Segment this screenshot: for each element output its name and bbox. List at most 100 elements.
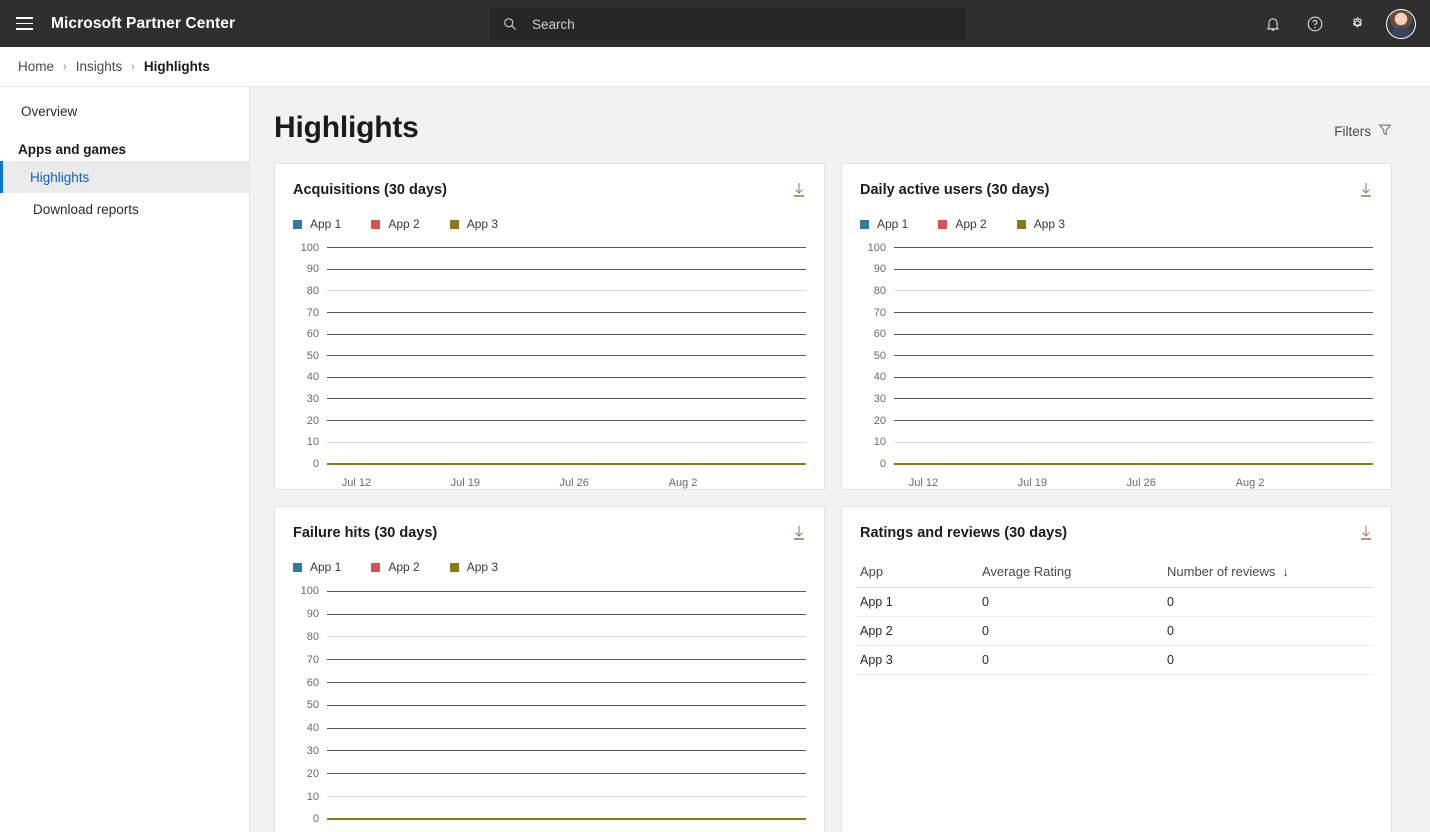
card-header: Ratings and reviews (30 days) (856, 525, 1373, 546)
user-avatar[interactable] (1386, 8, 1416, 39)
notifications-icon[interactable] (1252, 0, 1294, 47)
legend-swatch-icon (938, 219, 948, 229)
y-axis-tick-label: 30 (306, 744, 319, 757)
help-icon[interactable] (1294, 0, 1336, 47)
breadcrumb-separator: › (131, 60, 135, 73)
gridline (327, 333, 806, 335)
download-icon[interactable] (1359, 182, 1373, 203)
table-row[interactable]: App 1 0 0 (856, 587, 1373, 617)
breadcrumb-item-insights[interactable]: Insights (76, 59, 123, 74)
gridline-row: 80 (856, 280, 1373, 302)
gridline (327, 355, 806, 357)
gridline-row: 0 (856, 453, 1373, 475)
legend-item-app2[interactable]: App 2 (938, 217, 987, 231)
y-axis-tick-label: 0 (312, 813, 319, 826)
settings-icon[interactable] (1336, 0, 1378, 47)
gridline-row: 50 (856, 345, 1373, 367)
table-row[interactable]: App 2 0 0 (856, 616, 1373, 646)
card-failure-hits: Failure hits (30 days) App 1 App 2 App 3… (274, 506, 825, 832)
line-chart-failure-hits: 1009080706050403020100Jul 12Jul 19Jul 26… (289, 580, 806, 832)
y-axis-tick-label: 80 (306, 630, 319, 643)
cell-number-of-reviews: 0 (1163, 616, 1373, 646)
y-axis-tick-label: 100 (300, 241, 319, 254)
gridline-row: 10 (289, 431, 806, 453)
gridline (894, 268, 1373, 270)
legend-item-app3[interactable]: App 3 (449, 560, 499, 574)
gridline-row: 100 (856, 237, 1373, 259)
search-input[interactable] (520, 16, 955, 32)
legend-item-app1[interactable]: App 1 (293, 217, 341, 231)
gridline (327, 290, 806, 292)
gridline-row: 0 (289, 808, 806, 831)
gridline (327, 773, 806, 775)
y-axis-tick-label: 30 (873, 392, 886, 405)
legend-label: App 3 (466, 560, 499, 574)
column-header-app[interactable]: App (856, 558, 978, 588)
legend-label: App 2 (388, 560, 420, 574)
column-header-average-rating[interactable]: Average Rating (978, 558, 1163, 588)
y-axis-tick-label: 70 (306, 653, 319, 666)
download-icon[interactable] (792, 182, 806, 203)
table-row[interactable]: App 3 0 0 (856, 645, 1373, 675)
cell-number-of-reviews: 0 (1163, 645, 1373, 675)
legend-label: App 2 (388, 217, 420, 231)
card-acquisitions: Acquisitions (30 days) App 1 App 2 App 3… (274, 163, 825, 490)
x-axis-tick-label: Jul 26 (559, 476, 589, 489)
cell-app: App 2 (856, 616, 978, 646)
gridline (894, 420, 1373, 422)
breadcrumb-item-home[interactable]: Home (18, 59, 54, 74)
x-axis: Jul 12 Jul 19 Jul 26 Aug 2 (289, 477, 806, 493)
chart-baseline-series-line (327, 818, 806, 821)
line-chart-daily-active-users: 100 90 80 70 60 50 40 30 20 10 0 Jul 12 Jul 19 Jul 26… (856, 237, 1373, 493)
gridline (327, 441, 806, 443)
legend-item-app2[interactable]: App 2 (371, 560, 420, 574)
legend-item-app1[interactable]: App 1 (293, 560, 341, 574)
top-bar-actions (1252, 0, 1420, 47)
gridline-row: 60 (289, 323, 806, 345)
y-axis-tick-label: 20 (306, 414, 319, 427)
filters-button[interactable]: Filters (1334, 123, 1392, 145)
gridline-row: 10 (856, 431, 1373, 453)
gridline (327, 704, 806, 706)
gridline (327, 247, 806, 249)
chart-legend: App 1 App 2 App 3 (860, 217, 1373, 231)
card-title: Acquisitions (30 days) (293, 182, 447, 198)
y-axis-tick-label: 50 (306, 349, 319, 362)
gridline (327, 398, 806, 400)
y-axis-tick-label: 30 (306, 392, 319, 405)
gridline (327, 613, 806, 615)
legend-label: App 1 (310, 560, 342, 574)
gridline-row: 0 (289, 453, 806, 475)
gridline (894, 247, 1373, 249)
column-header-number-of-reviews[interactable]: Number of reviews ↓ (1163, 558, 1373, 588)
highlights-card-grid: Acquisitions (30 days) App 1 App 2 App 3… (274, 163, 1392, 832)
download-icon[interactable] (792, 525, 806, 546)
gridline-row: 20 (289, 410, 806, 432)
cell-average-rating: 0 (978, 645, 1163, 675)
gridline-row: 40 (289, 717, 806, 740)
global-search[interactable] (490, 8, 965, 40)
legend-label: App 3 (1033, 217, 1066, 231)
gridline-row: 30 (289, 740, 806, 763)
y-axis-tick-label: 60 (306, 328, 319, 341)
gridline (894, 333, 1373, 335)
download-icon[interactable] (1359, 525, 1373, 546)
gridline (894, 355, 1373, 357)
breadcrumb-item-highlights: Highlights (143, 59, 210, 74)
gridline-row: 20 (289, 762, 806, 785)
legend-item-app3[interactable]: App 3 (449, 217, 498, 231)
sidebar-item-overview[interactable]: Overview (0, 95, 249, 127)
gridline (894, 441, 1373, 443)
legend-item-app1[interactable]: App 1 (860, 217, 908, 231)
gridline (327, 420, 806, 422)
legend-item-app3[interactable]: App 3 (1016, 217, 1066, 231)
y-axis-tick-label: 80 (873, 284, 886, 297)
sidebar-item-download-reports[interactable]: Download reports (0, 193, 249, 225)
legend-swatch-icon (1016, 219, 1026, 229)
y-axis-tick-label: 40 (306, 371, 319, 384)
hamburger-menu-icon[interactable] (0, 0, 48, 47)
sidebar-item-highlights[interactable]: Highlights (0, 161, 249, 193)
legend-swatch-icon (860, 219, 869, 229)
chart-baseline-series-line (327, 462, 806, 465)
legend-item-app2[interactable]: App 2 (371, 217, 420, 231)
